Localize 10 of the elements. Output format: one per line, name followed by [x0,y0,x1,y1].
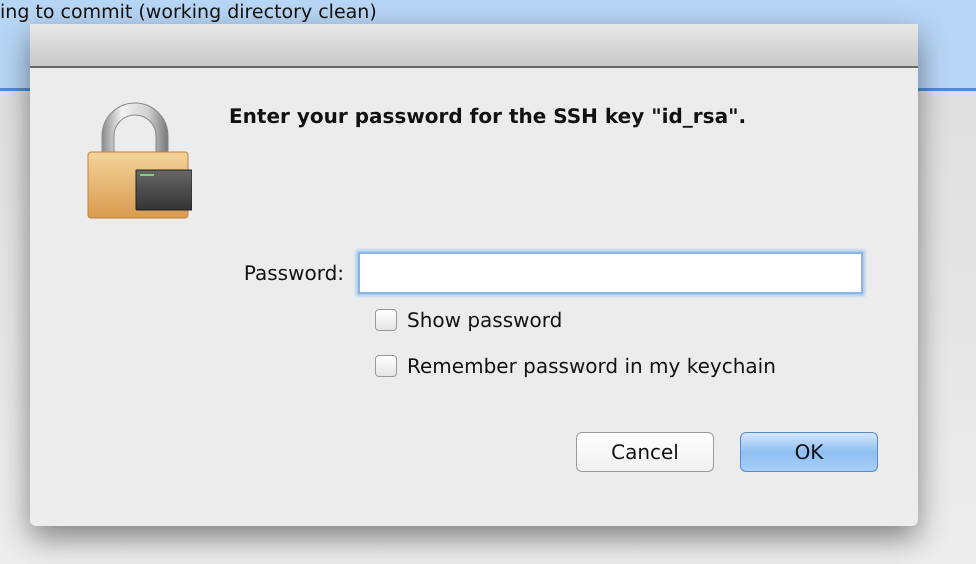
password-field[interactable] [358,252,863,294]
checkbox-label: Show password [407,308,562,332]
dialog-message: Enter your password for the SSH key "id_rsa". [229,104,746,128]
commit-status-text: ing to commit (working directory clean) [0,1,377,23]
checkbox[interactable] [375,309,397,331]
ok-button[interactable]: OK [740,432,878,472]
cancel-button[interactable]: Cancel [576,432,714,472]
checkbox-label: Remember password in my keychain [407,354,776,378]
password-label: Password: [242,261,345,285]
checkbox[interactable] [375,355,397,377]
